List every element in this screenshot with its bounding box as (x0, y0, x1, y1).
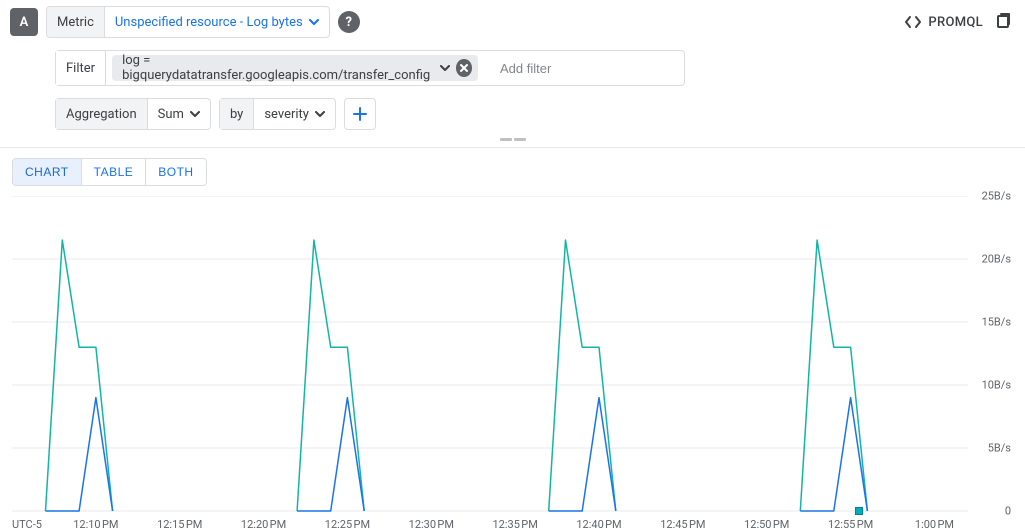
copy-icon[interactable] (989, 7, 1015, 37)
groupby-field: severity (264, 107, 309, 122)
x-tick-label: 12:40 PM (576, 518, 621, 528)
add-filter-input[interactable] (492, 61, 684, 76)
add-aggregation-button[interactable] (344, 98, 376, 130)
metric-selector[interactable]: Metric Unspecified resource - Log bytes (46, 6, 330, 38)
y-tick-label: 0 (1005, 505, 1011, 518)
x-tick-label: 12:20 PM (241, 518, 286, 528)
x-tick-label: 12:30 PM (409, 518, 454, 528)
line-chart[interactable] (12, 196, 1013, 528)
time-cursor-marker[interactable] (855, 507, 863, 515)
tab-both[interactable]: BOTH (145, 159, 205, 185)
x-tick-label: 12:55 PM (828, 518, 873, 528)
x-tick-label: 12:15 PM (157, 518, 202, 528)
filter-bar[interactable]: Filter log = bigquerydatatransfer.google… (55, 50, 685, 86)
metric-value: Unspecified resource - Log bytes (115, 15, 303, 30)
groupby-selector[interactable]: by severity (219, 98, 336, 130)
metric-label: Metric (47, 7, 105, 37)
promql-label: PROMQL (928, 15, 983, 30)
x-tick-label: 12:25 PM (325, 518, 370, 528)
chevron-down-icon (440, 65, 450, 71)
filter-chip[interactable]: log = bigquerydatatransfer.googleapis.co… (112, 55, 478, 81)
tab-chart[interactable]: CHART (13, 159, 81, 185)
filter-label: Filter (56, 51, 106, 85)
x-tick-label: 12:50 PM (744, 518, 789, 528)
remove-filter-icon[interactable] (456, 59, 473, 77)
x-tick-label: 1:00 PM (915, 518, 954, 528)
y-tick-label: 10B/s (982, 379, 1011, 392)
tab-table[interactable]: TABLE (81, 159, 146, 185)
aggregation-label: Aggregation (56, 99, 147, 129)
view-tabs: CHART TABLE BOTH (12, 158, 207, 186)
chevron-down-icon (190, 111, 200, 117)
promql-button[interactable]: PROMQL (898, 11, 989, 34)
query-badge[interactable]: A (10, 8, 38, 36)
y-tick-label: 15B/s (982, 316, 1011, 329)
filter-chip-text: log = bigquerydatatransfer.googleapis.co… (122, 53, 433, 83)
chart-area: UTC-5 ERROR INFO 05B/s10B/s15B/s20B/s25B… (12, 196, 1013, 528)
drag-handle-icon[interactable] (500, 138, 526, 141)
aggregation-selector[interactable]: Aggregation Sum (55, 98, 211, 130)
x-tick-label: 12:45 PM (660, 518, 705, 528)
chevron-down-icon (315, 111, 325, 117)
code-icon (904, 15, 922, 29)
y-tick-label: 5B/s (988, 442, 1011, 455)
groupby-label: by (220, 99, 253, 129)
timezone-label: UTC-5 (12, 518, 42, 528)
plus-icon (353, 107, 367, 121)
x-tick-label: 12:35 PM (493, 518, 538, 528)
aggregation-fn: Sum (158, 107, 184, 122)
chevron-down-icon (309, 19, 319, 25)
y-tick-label: 25B/s (982, 190, 1011, 203)
y-tick-label: 20B/s (982, 253, 1011, 266)
x-tick-label: 12:10 PM (73, 518, 118, 528)
help-icon[interactable]: ? (338, 11, 360, 33)
